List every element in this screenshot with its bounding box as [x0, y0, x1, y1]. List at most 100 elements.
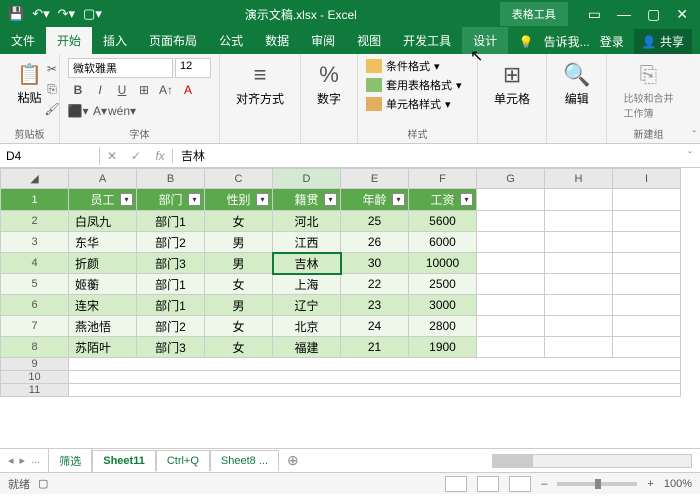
cell[interactable]: 24 [341, 316, 409, 337]
cell[interactable]: 25 [341, 211, 409, 232]
row-header[interactable]: 8 [1, 337, 69, 358]
cell-styles-button[interactable]: 单元格样式▾ [366, 96, 469, 112]
tab-design[interactable]: 设计 [462, 27, 508, 54]
cut-icon[interactable]: ✂ [42, 60, 62, 78]
cell[interactable]: 部门1 [137, 295, 205, 316]
qat-save-icon[interactable]: 💾 [8, 6, 24, 22]
border-button[interactable]: ⊞ [134, 81, 154, 99]
row-header[interactable]: 4 [1, 253, 69, 274]
font-name-select[interactable]: 微软雅黑 [68, 58, 173, 78]
view-pagebreak-icon[interactable] [509, 476, 531, 492]
formula-bar[interactable]: 吉林 [173, 145, 680, 166]
row-header[interactable]: 1 [1, 189, 69, 211]
tab-formulas[interactable]: 公式 [208, 27, 254, 54]
col-header[interactable]: E [341, 169, 409, 189]
cell[interactable]: 23 [341, 295, 409, 316]
cell[interactable]: 部门3 [137, 253, 205, 274]
col-header[interactable]: I [613, 169, 681, 189]
cell[interactable]: 男 [205, 253, 273, 274]
conditional-format-button[interactable]: 条件格式▾ [366, 58, 469, 74]
sheet-nav-last-icon[interactable]: ▸ [20, 454, 26, 467]
cell[interactable]: 2800 [409, 316, 477, 337]
sheet-nav-first-icon[interactable]: ◂ [8, 454, 14, 467]
number-format-button[interactable]: % 数字 [309, 58, 349, 111]
zoom-in-button[interactable]: + [647, 478, 653, 490]
qat-new-icon[interactable]: ▢▾ [83, 6, 102, 22]
table-header-cell[interactable]: 性别▾ [205, 189, 273, 211]
cell[interactable]: 部门2 [137, 316, 205, 337]
tellme-text[interactable]: 告诉我... [544, 33, 590, 50]
select-all-corner[interactable]: ◢ [1, 169, 69, 189]
bold-button[interactable]: B [68, 81, 88, 99]
cell[interactable]: 1900 [409, 337, 477, 358]
cell[interactable]: 福建 [273, 337, 341, 358]
row-header[interactable]: 5 [1, 274, 69, 295]
cell[interactable]: 江西 [273, 232, 341, 253]
collapse-ribbon-icon[interactable]: ˇ [693, 130, 696, 141]
col-header[interactable]: H [545, 169, 613, 189]
cell[interactable]: 部门3 [137, 337, 205, 358]
row-header[interactable]: 2 [1, 211, 69, 232]
cell[interactable]: 部门1 [137, 274, 205, 295]
cell[interactable]: 上海 [273, 274, 341, 295]
row-header[interactable]: 3 [1, 232, 69, 253]
tab-file[interactable]: 文件 [0, 27, 46, 54]
fx-icon[interactable]: fx [148, 149, 172, 163]
table-format-button[interactable]: 套用表格格式▾ [366, 77, 469, 93]
view-layout-icon[interactable] [477, 476, 499, 492]
tab-layout[interactable]: 页面布局 [138, 27, 208, 54]
sheet-tab[interactable]: Ctrl+Q [156, 450, 210, 471]
cell[interactable]: 21 [341, 337, 409, 358]
table-header-cell[interactable]: 工资▾ [409, 189, 477, 211]
cell[interactable]: 26 [341, 232, 409, 253]
fill-color-button[interactable]: ⬛▾ [68, 102, 88, 120]
cell[interactable]: 10000 [409, 253, 477, 274]
col-header[interactable]: G [477, 169, 545, 189]
col-header[interactable]: D [273, 169, 341, 189]
row-header[interactable]: 6 [1, 295, 69, 316]
view-normal-icon[interactable] [445, 476, 467, 492]
close-icon[interactable]: ✕ [676, 6, 688, 23]
cell[interactable]: 辽宁 [273, 295, 341, 316]
copy-icon[interactable]: ⎘ [42, 80, 62, 98]
cancel-formula-icon[interactable]: ✕ [100, 149, 124, 163]
font-size-select[interactable]: 12 [175, 58, 211, 78]
sheet-tab[interactable]: Sheet11 [92, 450, 156, 472]
edit-button[interactable]: 🔍 编辑 [555, 58, 598, 111]
cell[interactable]: 燕池悟 [69, 316, 137, 337]
col-header[interactable]: B [137, 169, 205, 189]
cell[interactable]: 6000 [409, 232, 477, 253]
share-button[interactable]: 👤 共享 [634, 29, 692, 54]
enter-formula-icon[interactable]: ✓ [124, 149, 148, 163]
sheet-tab[interactable]: Sheet8 ... [210, 450, 279, 471]
qat-undo-icon[interactable]: ↶▾ [32, 6, 49, 22]
table-header-cell[interactable]: 员工▾ [69, 189, 137, 211]
macro-record-icon[interactable]: ▢ [38, 477, 48, 490]
cell[interactable]: 5600 [409, 211, 477, 232]
zoom-out-button[interactable]: – [541, 478, 547, 490]
login-button[interactable]: 登录 [600, 33, 624, 50]
cell[interactable]: 男 [205, 295, 273, 316]
zoom-slider[interactable] [557, 482, 637, 486]
maximize-icon[interactable]: ▢ [647, 6, 660, 23]
table-header-cell[interactable]: 年龄▾ [341, 189, 409, 211]
cell[interactable]: 22 [341, 274, 409, 295]
tab-insert[interactable]: 插入 [92, 27, 138, 54]
sheet-nav-more-icon[interactable]: ... [31, 454, 40, 467]
tab-developer[interactable]: 开发工具 [392, 27, 462, 54]
cell[interactable]: 女 [205, 211, 273, 232]
cell[interactable]: 30 [341, 253, 409, 274]
add-sheet-icon[interactable]: ⊕ [279, 452, 307, 469]
cell[interactable]: 2500 [409, 274, 477, 295]
horizontal-scrollbar[interactable] [492, 454, 692, 468]
format-painter-icon[interactable]: 🖌 [42, 100, 62, 118]
cell[interactable]: 吉林 [273, 253, 341, 274]
sheet-tab[interactable]: 筛选 [48, 448, 92, 473]
row-header[interactable]: 7 [1, 316, 69, 337]
cell[interactable]: 女 [205, 337, 273, 358]
minimize-icon[interactable]: — [617, 6, 631, 23]
font-color-button[interactable]: A [178, 81, 198, 99]
cell[interactable]: 河北 [273, 211, 341, 232]
cell[interactable]: 东华 [69, 232, 137, 253]
cells-button[interactable]: ⊞ 单元格 [486, 58, 538, 111]
